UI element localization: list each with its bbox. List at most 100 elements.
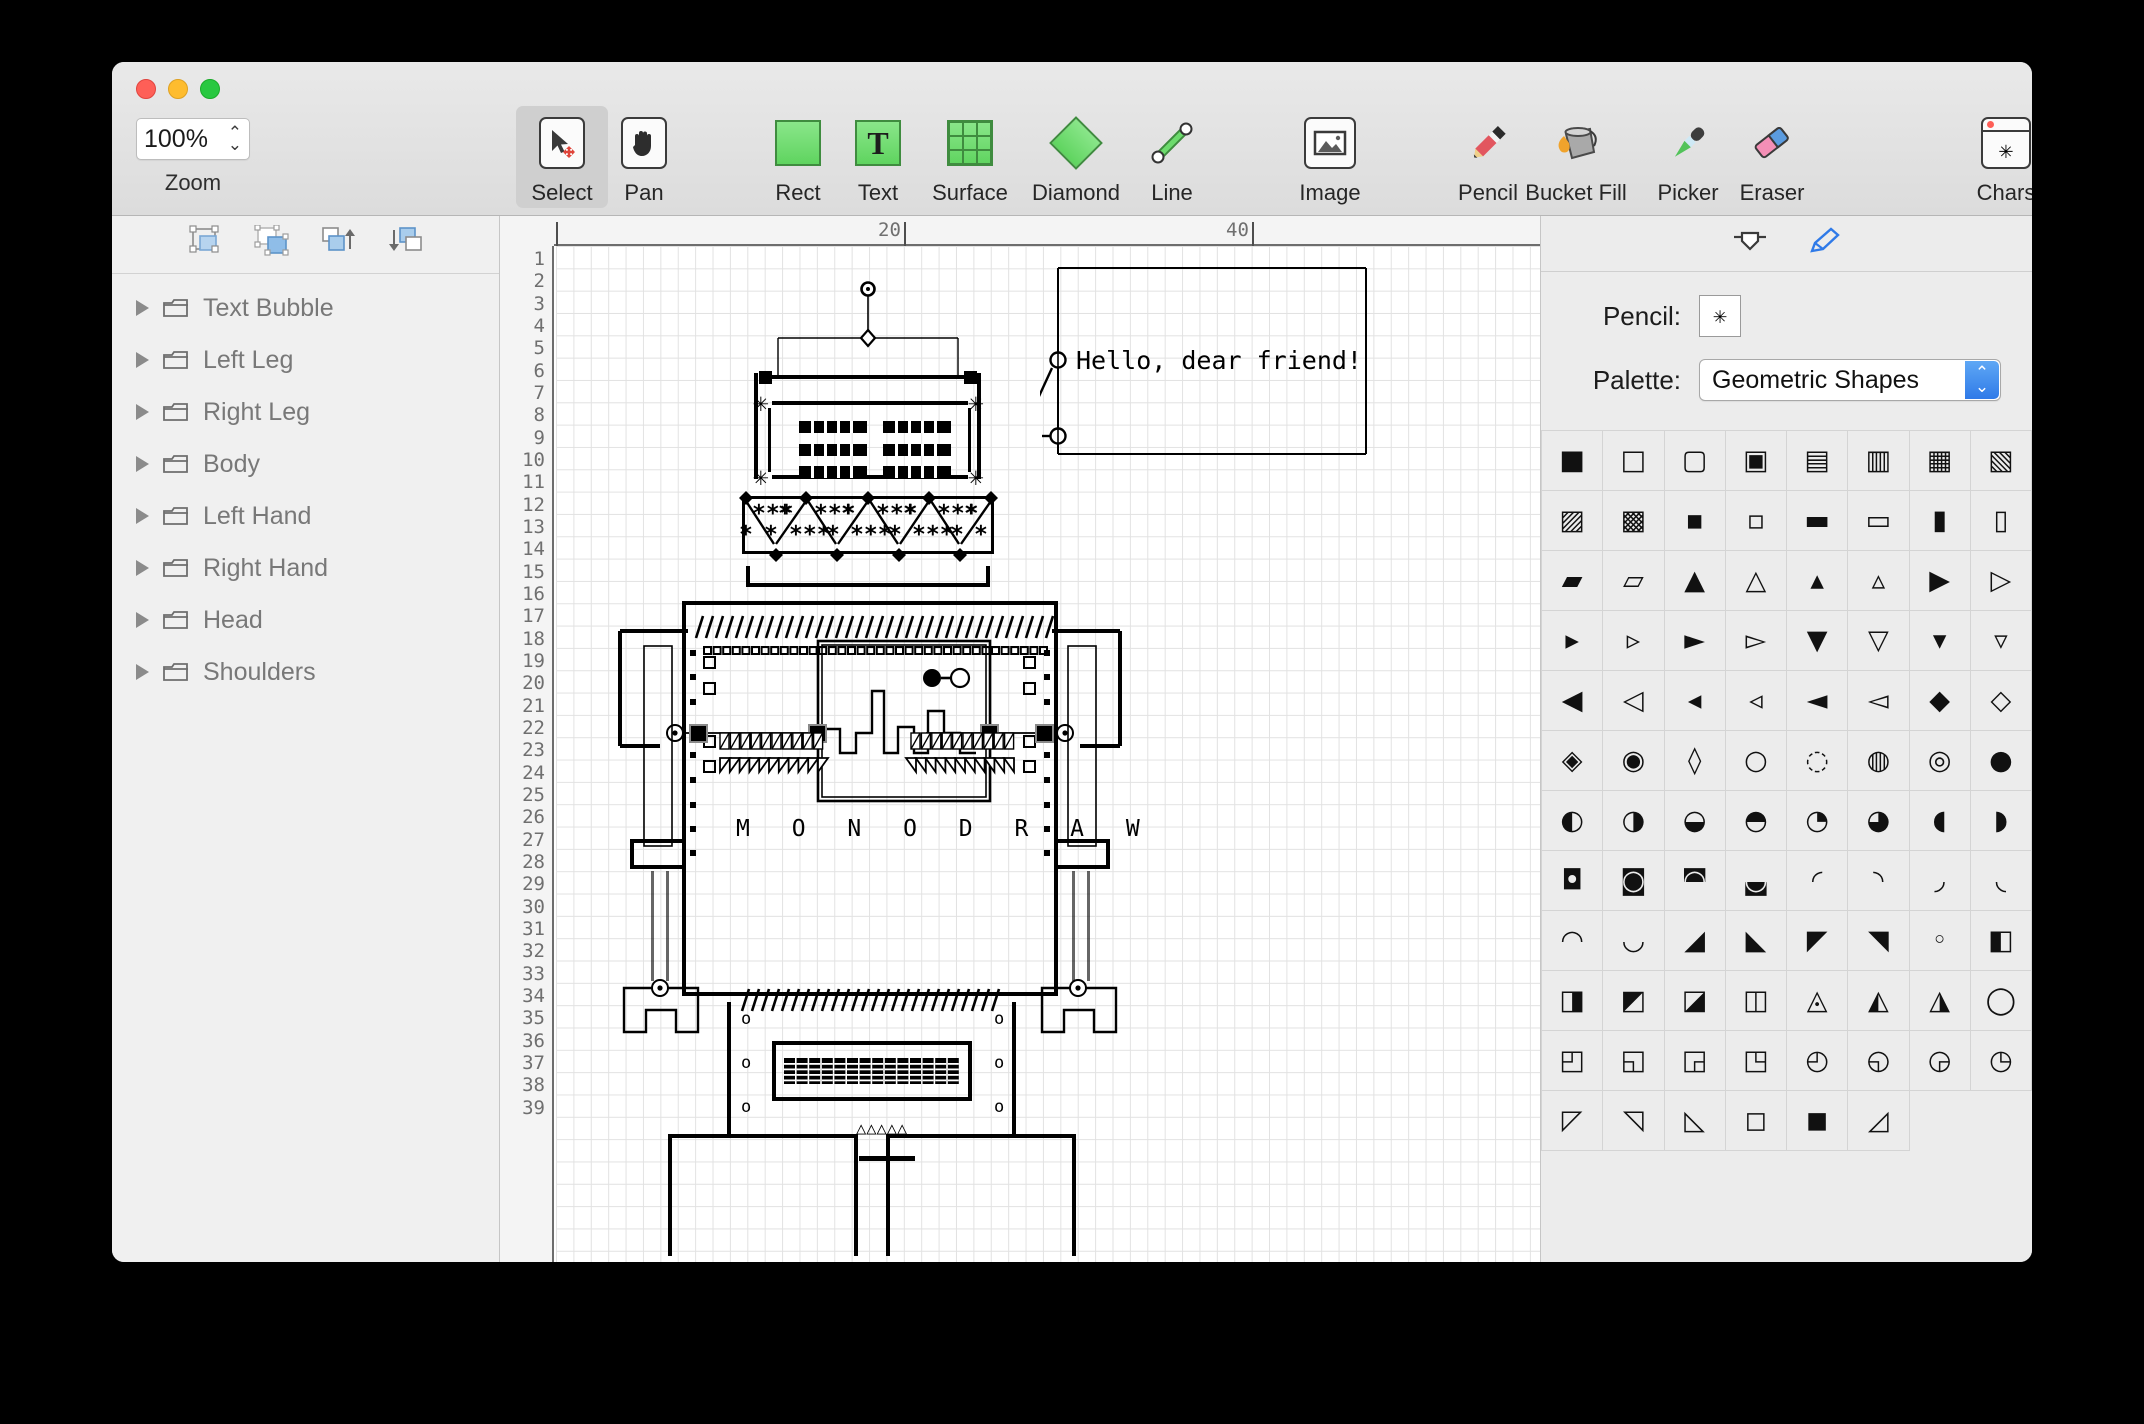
palette-char-cell[interactable]: ◶: [1910, 1031, 1971, 1091]
deselect-icon[interactable]: [254, 225, 292, 264]
palette-char-cell[interactable]: ◔: [1787, 791, 1848, 851]
palette-char-cell[interactable]: ◹: [1603, 1091, 1664, 1151]
palette-char-cell[interactable]: ◗: [1971, 791, 2032, 851]
palette-char-cell[interactable]: ▥: [1848, 431, 1909, 491]
bring-forward-icon[interactable]: [320, 225, 358, 264]
palette-char-cell[interactable]: ◁: [1603, 671, 1664, 731]
palette-char-cell[interactable]: ◪: [1665, 971, 1726, 1031]
palette-char-cell[interactable]: ◎: [1910, 731, 1971, 791]
tool-surface[interactable]: Surface: [924, 112, 1016, 206]
layer-item[interactable]: Right Leg: [112, 386, 499, 438]
palette-char-cell[interactable]: ▨: [1542, 491, 1603, 551]
palette-char-cell[interactable]: ◲: [1665, 1031, 1726, 1091]
disclosure-triangle-icon[interactable]: [136, 560, 149, 576]
layer-item[interactable]: Head: [112, 594, 499, 646]
palette-char-cell[interactable]: ◬: [1787, 971, 1848, 1031]
palette-char-cell[interactable]: ◩: [1603, 971, 1664, 1031]
palette-char-cell[interactable]: ○: [1726, 731, 1787, 791]
palette-char-cell[interactable]: ▷: [1971, 551, 2032, 611]
palette-char-cell[interactable]: ◐: [1542, 791, 1603, 851]
drawing-grid[interactable]: ✳ ✳ ✳ ✳: [556, 246, 1540, 1262]
palette-char-cell[interactable]: ▽: [1848, 611, 1909, 671]
palette-char-cell[interactable]: ▲: [1665, 551, 1726, 611]
palette-char-cell[interactable]: ▻: [1726, 611, 1787, 671]
palette-char-cell[interactable]: ▼: [1787, 611, 1848, 671]
palette-char-cell[interactable]: ▤: [1787, 431, 1848, 491]
palette-char-cell[interactable]: ▢: [1665, 431, 1726, 491]
palette-char-cell[interactable]: △: [1726, 551, 1787, 611]
speech-bubble[interactable]: Hello, dear friend!: [1040, 264, 1370, 504]
disclosure-triangle-icon[interactable]: [136, 300, 149, 316]
palette-char-cell[interactable]: ◿: [1848, 1091, 1909, 1151]
palette-char-cell[interactable]: ▹: [1603, 611, 1664, 671]
disclosure-triangle-icon[interactable]: [136, 404, 149, 420]
disclosure-triangle-icon[interactable]: [136, 456, 149, 472]
palette-char-cell[interactable]: ◊: [1665, 731, 1726, 791]
chevron-updown-icon[interactable]: ⌃⌄: [1965, 361, 1999, 399]
palette-char-cell[interactable]: ▶: [1910, 551, 1971, 611]
palette-char-cell[interactable]: ▵: [1848, 551, 1909, 611]
palette-char-cell[interactable]: ◘: [1542, 851, 1603, 911]
tool-eraser[interactable]: Eraser: [1726, 112, 1818, 206]
palette-char-cell[interactable]: ◸: [1542, 1091, 1603, 1151]
palette-char-cell[interactable]: ◻: [1726, 1091, 1787, 1151]
pencil-char-swatch[interactable]: ✳: [1699, 295, 1741, 337]
palette-char-cell[interactable]: ◰: [1542, 1031, 1603, 1091]
palette-char-cell[interactable]: ▭: [1848, 491, 1909, 551]
palette-char-cell[interactable]: ●: [1971, 731, 2032, 791]
palette-char-cell[interactable]: ▮: [1910, 491, 1971, 551]
send-backward-icon[interactable]: [386, 225, 424, 264]
palette-grid[interactable]: ■□▢▣▤▥▦▧▨▩▪▫▬▭▮▯▰▱▲△▴▵▶▷▸▹►▻▼▽▾▿◀◁◂◃◄◅◆◇…: [1541, 430, 2032, 1151]
palette-char-cell[interactable]: ◕: [1848, 791, 1909, 851]
palette-char-cell[interactable]: ◼: [1787, 1091, 1848, 1151]
palette-char-cell[interactable]: ◒: [1665, 791, 1726, 851]
palette-char-cell[interactable]: ▬: [1787, 491, 1848, 551]
palette-char-cell[interactable]: ◷: [1971, 1031, 2032, 1091]
tool-pan[interactable]: Pan: [598, 112, 690, 206]
palette-char-cell[interactable]: ◴: [1787, 1031, 1848, 1091]
palette-char-cell[interactable]: ▯: [1971, 491, 2032, 551]
shape-properties-icon[interactable]: [1733, 227, 1767, 260]
palette-char-cell[interactable]: ◍: [1848, 731, 1909, 791]
palette-char-cell[interactable]: ◠: [1542, 911, 1603, 971]
tool-picker[interactable]: Picker: [1642, 112, 1734, 206]
palette-char-cell[interactable]: ◙: [1603, 851, 1664, 911]
tool-image[interactable]: Image: [1284, 112, 1376, 206]
palette-char-cell[interactable]: ◧: [1971, 911, 2032, 971]
palette-char-cell[interactable]: ◞: [1910, 851, 1971, 911]
disclosure-triangle-icon[interactable]: [136, 612, 149, 628]
disclosure-triangle-icon[interactable]: [136, 352, 149, 368]
palette-char-cell[interactable]: ◌: [1787, 731, 1848, 791]
palette-char-cell[interactable]: ▾: [1910, 611, 1971, 671]
palette-char-cell[interactable]: ◵: [1848, 1031, 1909, 1091]
disclosure-triangle-icon[interactable]: [136, 508, 149, 524]
palette-char-cell[interactable]: ◚: [1665, 851, 1726, 911]
tool-rect[interactable]: Rect: [752, 112, 844, 206]
tool-diamond[interactable]: Diamond: [1030, 112, 1122, 206]
zoom-stepper[interactable]: ⌃⌄: [228, 127, 242, 151]
palette-char-cell[interactable]: ▿: [1971, 611, 2032, 671]
canvas[interactable]: 204060 123456789101112131415161718192021…: [500, 216, 1540, 1262]
palette-char-cell[interactable]: ◯: [1971, 971, 2032, 1031]
palette-char-cell[interactable]: ◉: [1603, 731, 1664, 791]
disclosure-triangle-icon[interactable]: [136, 664, 149, 680]
close-button[interactable]: [136, 79, 156, 99]
palette-char-cell[interactable]: ▱: [1603, 551, 1664, 611]
palette-char-cell[interactable]: ◳: [1726, 1031, 1787, 1091]
tool-text[interactable]: T Text: [832, 112, 924, 206]
palette-select[interactable]: Geometric Shapes ⌃⌄: [1699, 359, 2001, 401]
layer-item[interactable]: Right Hand: [112, 542, 499, 594]
layer-item[interactable]: Body: [112, 438, 499, 490]
palette-char-cell[interactable]: ▰: [1542, 551, 1603, 611]
layer-item[interactable]: Left Hand: [112, 490, 499, 542]
palette-char-cell[interactable]: ◃: [1726, 671, 1787, 731]
zoom-input[interactable]: 100% ⌃⌄: [136, 118, 250, 160]
palette-char-cell[interactable]: ◣: [1726, 911, 1787, 971]
palette-char-cell[interactable]: ▧: [1971, 431, 2032, 491]
palette-char-cell[interactable]: ◀: [1542, 671, 1603, 731]
tool-pencil[interactable]: Pencil: [1442, 112, 1534, 206]
palette-char-cell[interactable]: ◢: [1665, 911, 1726, 971]
palette-char-cell[interactable]: ▦: [1910, 431, 1971, 491]
palette-char-cell[interactable]: ◡: [1603, 911, 1664, 971]
palette-char-cell[interactable]: ◖: [1910, 791, 1971, 851]
